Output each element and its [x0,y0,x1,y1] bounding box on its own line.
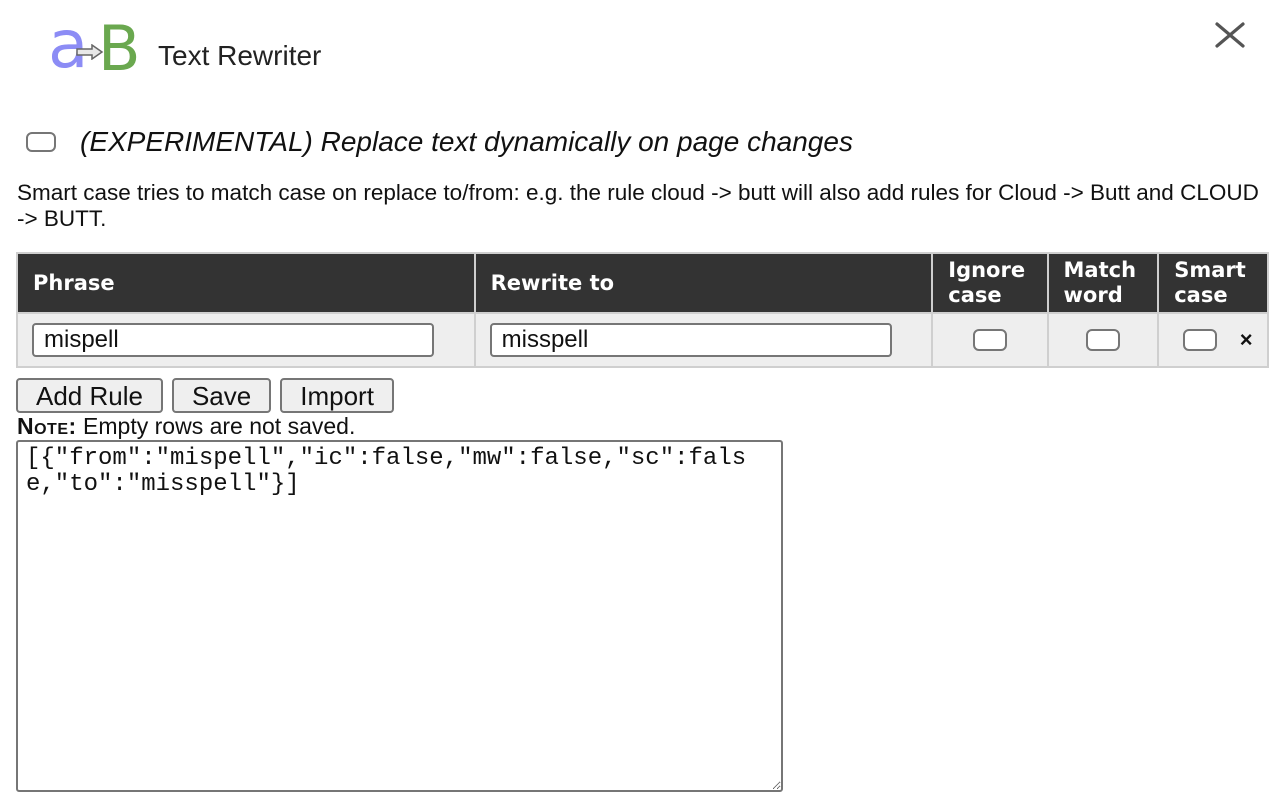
import-button[interactable]: Import [280,378,394,413]
delete-row-button[interactable]: × [1240,327,1253,352]
save-button[interactable]: Save [171,378,272,413]
header-ignore-case: Ignore case [931,252,1049,314]
experimental-label: (EXPERIMENTAL) Replace text dynamically … [80,126,853,157]
ignore-case-cell [931,312,1049,368]
a-to-b-logo-icon: a B [48,6,141,85]
header-phrase: Phrase [16,252,476,314]
note-label: Note: [17,413,77,439]
smart-case-cell: × [1157,312,1269,368]
phrase-cell [16,312,476,368]
add-rule-button[interactable]: Add Rule [16,378,163,413]
app-title: Text Rewriter [158,40,322,71]
action-buttons: Add Rule Save Import [16,378,394,413]
rules-json-textarea[interactable]: [{"from":"mispell","ic":false,"mw":false… [16,440,783,792]
experimental-option: (EXPERIMENTAL) Replace text dynamically … [26,126,853,158]
note: Note: Empty rows are not saved. [17,413,355,440]
header: a B Text Rewriter [0,0,1280,110]
table-header-row: Phrase Rewrite to Ignore case Match word… [16,252,1269,314]
header-match-word: Match word [1046,252,1160,314]
experimental-checkbox[interactable] [26,132,56,152]
note-text: Empty rows are not saved. [76,413,356,439]
ignore-case-checkbox[interactable] [972,329,1007,351]
match-word-cell [1046,312,1160,368]
match-word-checkbox[interactable] [1085,329,1120,351]
table-row: × [16,312,1269,368]
rewrite-to-input[interactable] [489,323,892,357]
rewrite-to-cell [473,312,934,368]
header-rewrite-to: Rewrite to [473,252,934,314]
smart-case-description: Smart case tries to match case on replac… [17,180,1259,231]
header-smart-case: Smart case [1157,252,1269,314]
smart-case-checkbox[interactable] [1183,329,1218,351]
phrase-input[interactable] [32,323,434,357]
close-icon[interactable] [1212,18,1248,54]
rules-table: Phrase Rewrite to Ignore case Match word… [16,252,1269,368]
